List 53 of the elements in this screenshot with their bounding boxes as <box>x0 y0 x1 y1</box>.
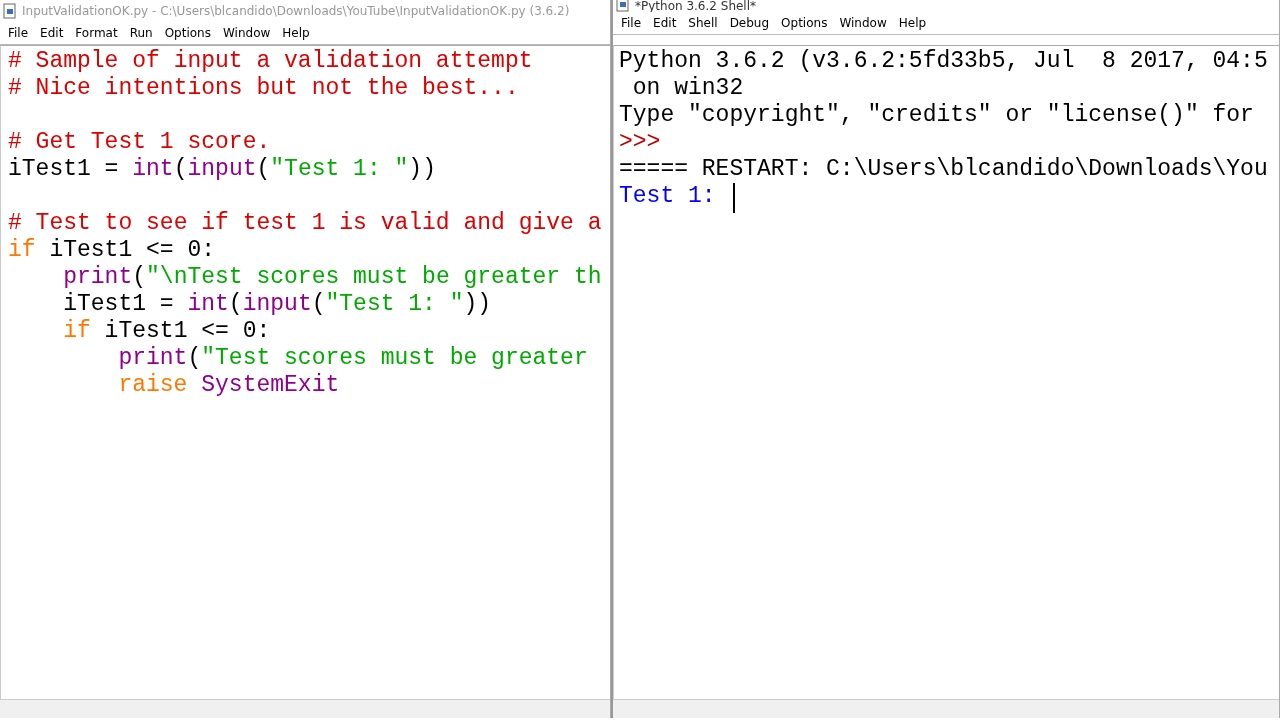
code-token: iTest1 <= 0: <box>103 318 271 345</box>
menu-item[interactable]: Edit <box>647 16 683 30</box>
code-token: # Test to see if test 1 is valid and give a <box>8 210 602 237</box>
menu-item[interactable]: Window <box>216 26 277 40</box>
code-token: input <box>187 156 257 183</box>
code-token: int <box>132 156 174 183</box>
code-token: "Test 1: " <box>270 156 409 183</box>
shell-text: Python 3.6.2 (v3.6.2:5fd33b5, Jul 8 2017, 04:5 <box>619 48 1268 75</box>
code-token: ( <box>132 264 147 291</box>
code-token: ( <box>256 156 271 183</box>
menu-item[interactable]: Run <box>123 26 159 40</box>
code-token: raise <box>118 372 189 399</box>
shell-text: >>> <box>619 129 661 156</box>
window-title: InputValidationOK.py - C:\Users\blcandido\Downloads\YouTube\InputValidationOK.py (3.6.2) <box>22 4 570 18</box>
shell-text: Type "copyright", "credits" or "license()" for <box>619 102 1254 129</box>
shell-text: Test 1: <box>619 183 717 210</box>
menu-item[interactable]: File <box>615 16 648 30</box>
code-token: iTest1 = <box>8 156 120 183</box>
shell-text: ===== RESTART: C:\Users\blcandido\Downloads\You <box>619 156 1268 183</box>
code-token: "Test scores must be greater <box>201 345 588 372</box>
text-cursor <box>733 183 736 213</box>
code-token: # Nice intentions but not the best... <box>8 75 519 102</box>
menu-item[interactable]: Format <box>69 26 124 40</box>
menu-item[interactable]: Options <box>775 16 834 30</box>
menu-item[interactable]: Debug <box>723 16 776 30</box>
menu-item[interactable]: Shell <box>682 16 724 30</box>
code-token: input <box>242 291 312 318</box>
code-token: )) <box>463 291 492 318</box>
code-token: ( <box>228 291 243 318</box>
code-token: # Sample of input a validation attempt <box>8 48 533 75</box>
code-token: print <box>63 264 133 291</box>
menu-item[interactable]: Edit <box>34 26 70 40</box>
menu-item[interactable]: Window <box>833 16 893 30</box>
code-token: if <box>8 237 36 264</box>
code-token: ( <box>187 345 202 372</box>
menu-item[interactable]: Help <box>276 26 316 40</box>
menu-item[interactable]: File <box>2 26 35 40</box>
code-token: int <box>187 291 229 318</box>
code-token: if <box>63 318 91 345</box>
code-token: iTest1 = <box>63 291 175 318</box>
code-token: print <box>118 345 188 372</box>
code-token: ( <box>173 156 188 183</box>
code-token: )) <box>408 156 436 183</box>
code-token: iTest1 <= 0: <box>48 237 216 264</box>
window-title: *Python 3.6.2 Shell* <box>635 0 757 12</box>
code-token: "\nTest scores must be greater th <box>146 264 602 291</box>
menu-item[interactable]: Options <box>158 26 217 40</box>
menu-item[interactable]: Help <box>892 16 933 30</box>
code-token: SystemExit <box>201 372 340 399</box>
shell-text: on win32 <box>631 75 744 102</box>
code-token: ( <box>311 291 326 318</box>
code-token: "Test 1: " <box>325 291 464 318</box>
code-token: # Get Test 1 score. <box>8 129 271 156</box>
